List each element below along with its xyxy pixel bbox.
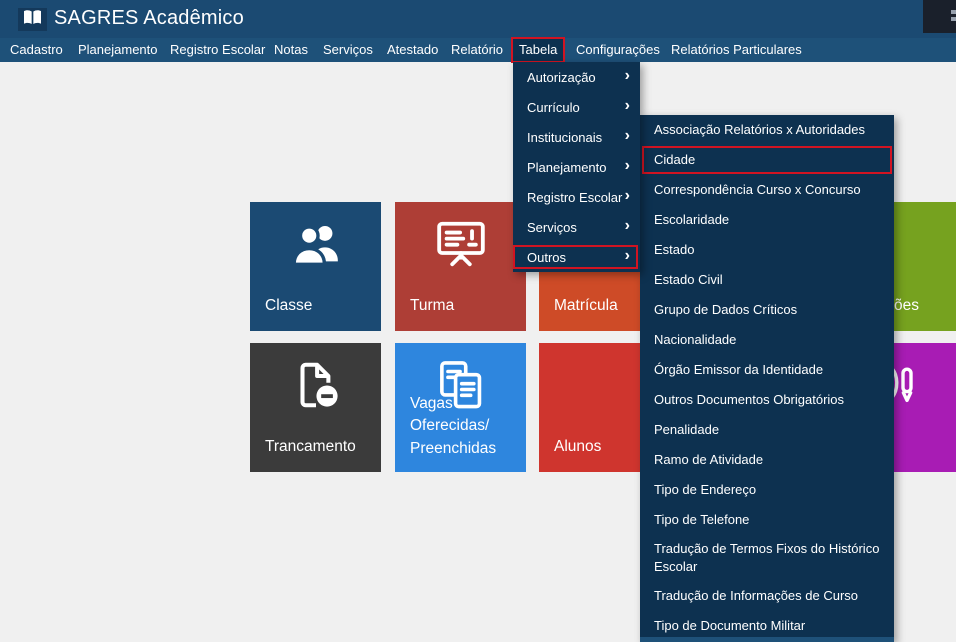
- submenu-item-estado[interactable]: Estado: [640, 235, 894, 265]
- menu-item-relatorios-particulares[interactable]: Relatórios Particulares: [663, 38, 810, 62]
- menu-item-servicos[interactable]: Serviços: [315, 38, 381, 62]
- tile-label: Vagas Oferecidas/Preenchidas: [410, 393, 522, 460]
- tile-label: Matrícula: [554, 297, 618, 315]
- submenu-item-associacao-relatorios-x-autoridades[interactable]: Associação Relatórios x Autoridades: [640, 115, 894, 145]
- submenu-item-nacionalidade[interactable]: Nacionalidade: [640, 325, 894, 355]
- dropdown-item-outros[interactable]: Outros ›: [513, 242, 640, 272]
- user-panel-partial[interactable]: [923, 0, 956, 33]
- submenu-item-correspondencia-curso-x-concurso[interactable]: Correspondência Curso x Concurso: [640, 175, 894, 205]
- menu-item-atestado[interactable]: Atestado: [379, 38, 446, 62]
- dropdown-item-curriculo[interactable]: Currículo ›: [513, 92, 640, 122]
- chevron-right-icon: ›: [625, 98, 630, 116]
- presentation-board-icon: [434, 217, 488, 271]
- chevron-right-icon: ›: [625, 158, 630, 176]
- submenu-item-escolaridade[interactable]: Escolaridade: [640, 205, 894, 235]
- menu-item-planejamento[interactable]: Planejamento: [70, 38, 166, 62]
- dropdown-item-institucionais[interactable]: Institucionais ›: [513, 122, 640, 152]
- submenu-item-tipo-de-endereco[interactable]: Tipo de Endereço: [640, 475, 894, 505]
- menu-item-tabela[interactable]: Tabela: [511, 37, 565, 63]
- app-logo: [18, 8, 47, 31]
- document-minus-icon: [289, 358, 343, 412]
- chevron-right-icon: ›: [625, 188, 630, 206]
- outros-submenu: Associação Relatórios x Autoridades Cida…: [640, 115, 894, 642]
- submenu-item-penalidade[interactable]: Penalidade: [640, 415, 894, 445]
- tile-classe[interactable]: Classe: [250, 202, 381, 331]
- dropdown-item-planejamento[interactable]: Planejamento ›: [513, 152, 640, 182]
- tile-label: Classe: [265, 297, 312, 315]
- submenu-item-traducao-de-informacoes-de-curso[interactable]: Tradução de Informações de Curso: [640, 581, 894, 611]
- clipped-glyph: [951, 10, 956, 24]
- dropdown-item-autorizacao[interactable]: Autorização ›: [513, 62, 640, 92]
- chevron-right-icon: ›: [625, 128, 630, 146]
- submenu-item-grupo-de-dados-criticos[interactable]: Grupo de Dados Críticos: [640, 295, 894, 325]
- tile-label: Trancamento: [265, 438, 356, 456]
- tile-turma[interactable]: Turma: [395, 202, 526, 331]
- submenu-item-traducao-de-termos-fixos-do-historico-escolar[interactable]: Tradução de Termos Fixos do Histórico Es…: [640, 535, 894, 581]
- tile-trancamento[interactable]: Trancamento: [250, 343, 381, 472]
- chevron-right-icon: ›: [625, 68, 630, 86]
- submenu-item-orgao-emissor-da-identidade[interactable]: Órgão Emissor da Identidade: [640, 355, 894, 385]
- app-title: SAGRES Acadêmico: [54, 7, 244, 30]
- submenu-item-outros-documentos-obrigatorios[interactable]: Outros Documentos Obrigatórios: [640, 385, 894, 415]
- chevron-right-icon: ›: [625, 248, 630, 266]
- submenu-next-item-peek: [640, 637, 894, 642]
- menu-item-configuracoes[interactable]: Configurações: [568, 38, 668, 62]
- tile-label: Turma: [410, 297, 454, 315]
- menu-item-cadastro[interactable]: Cadastro: [2, 38, 71, 62]
- menu-item-notas[interactable]: Notas: [266, 38, 316, 62]
- tile-label: Alunos: [554, 438, 601, 456]
- chevron-right-icon: ›: [625, 218, 630, 236]
- titlebar: SAGRES Acadêmico: [0, 0, 956, 38]
- users-icon: [289, 217, 343, 271]
- submenu-item-ramo-de-atividade[interactable]: Ramo de Atividade: [640, 445, 894, 475]
- open-book-icon: [22, 9, 43, 31]
- dropdown-item-registro-escolar[interactable]: Registro Escolar ›: [513, 182, 640, 212]
- tile-label-fragment: ões: [894, 297, 919, 315]
- submenu-item-cidade[interactable]: Cidade: [640, 145, 894, 175]
- menu-item-relatorio[interactable]: Relatório: [443, 38, 511, 62]
- tile-vagas-oferecidas-preenchidas[interactable]: Vagas Oferecidas/Preenchidas: [395, 343, 526, 472]
- dropdown-item-servicos[interactable]: Serviços ›: [513, 212, 640, 242]
- menubar: Cadastro Planejamento Registro Escolar N…: [0, 38, 956, 62]
- menu-item-registro-escolar[interactable]: Registro Escolar: [162, 38, 273, 62]
- submenu-item-tipo-de-telefone[interactable]: Tipo de Telefone: [640, 505, 894, 535]
- tabela-dropdown-menu: Autorização › Currículo › Institucionais…: [513, 62, 640, 272]
- submenu-item-estado-civil[interactable]: Estado Civil: [640, 265, 894, 295]
